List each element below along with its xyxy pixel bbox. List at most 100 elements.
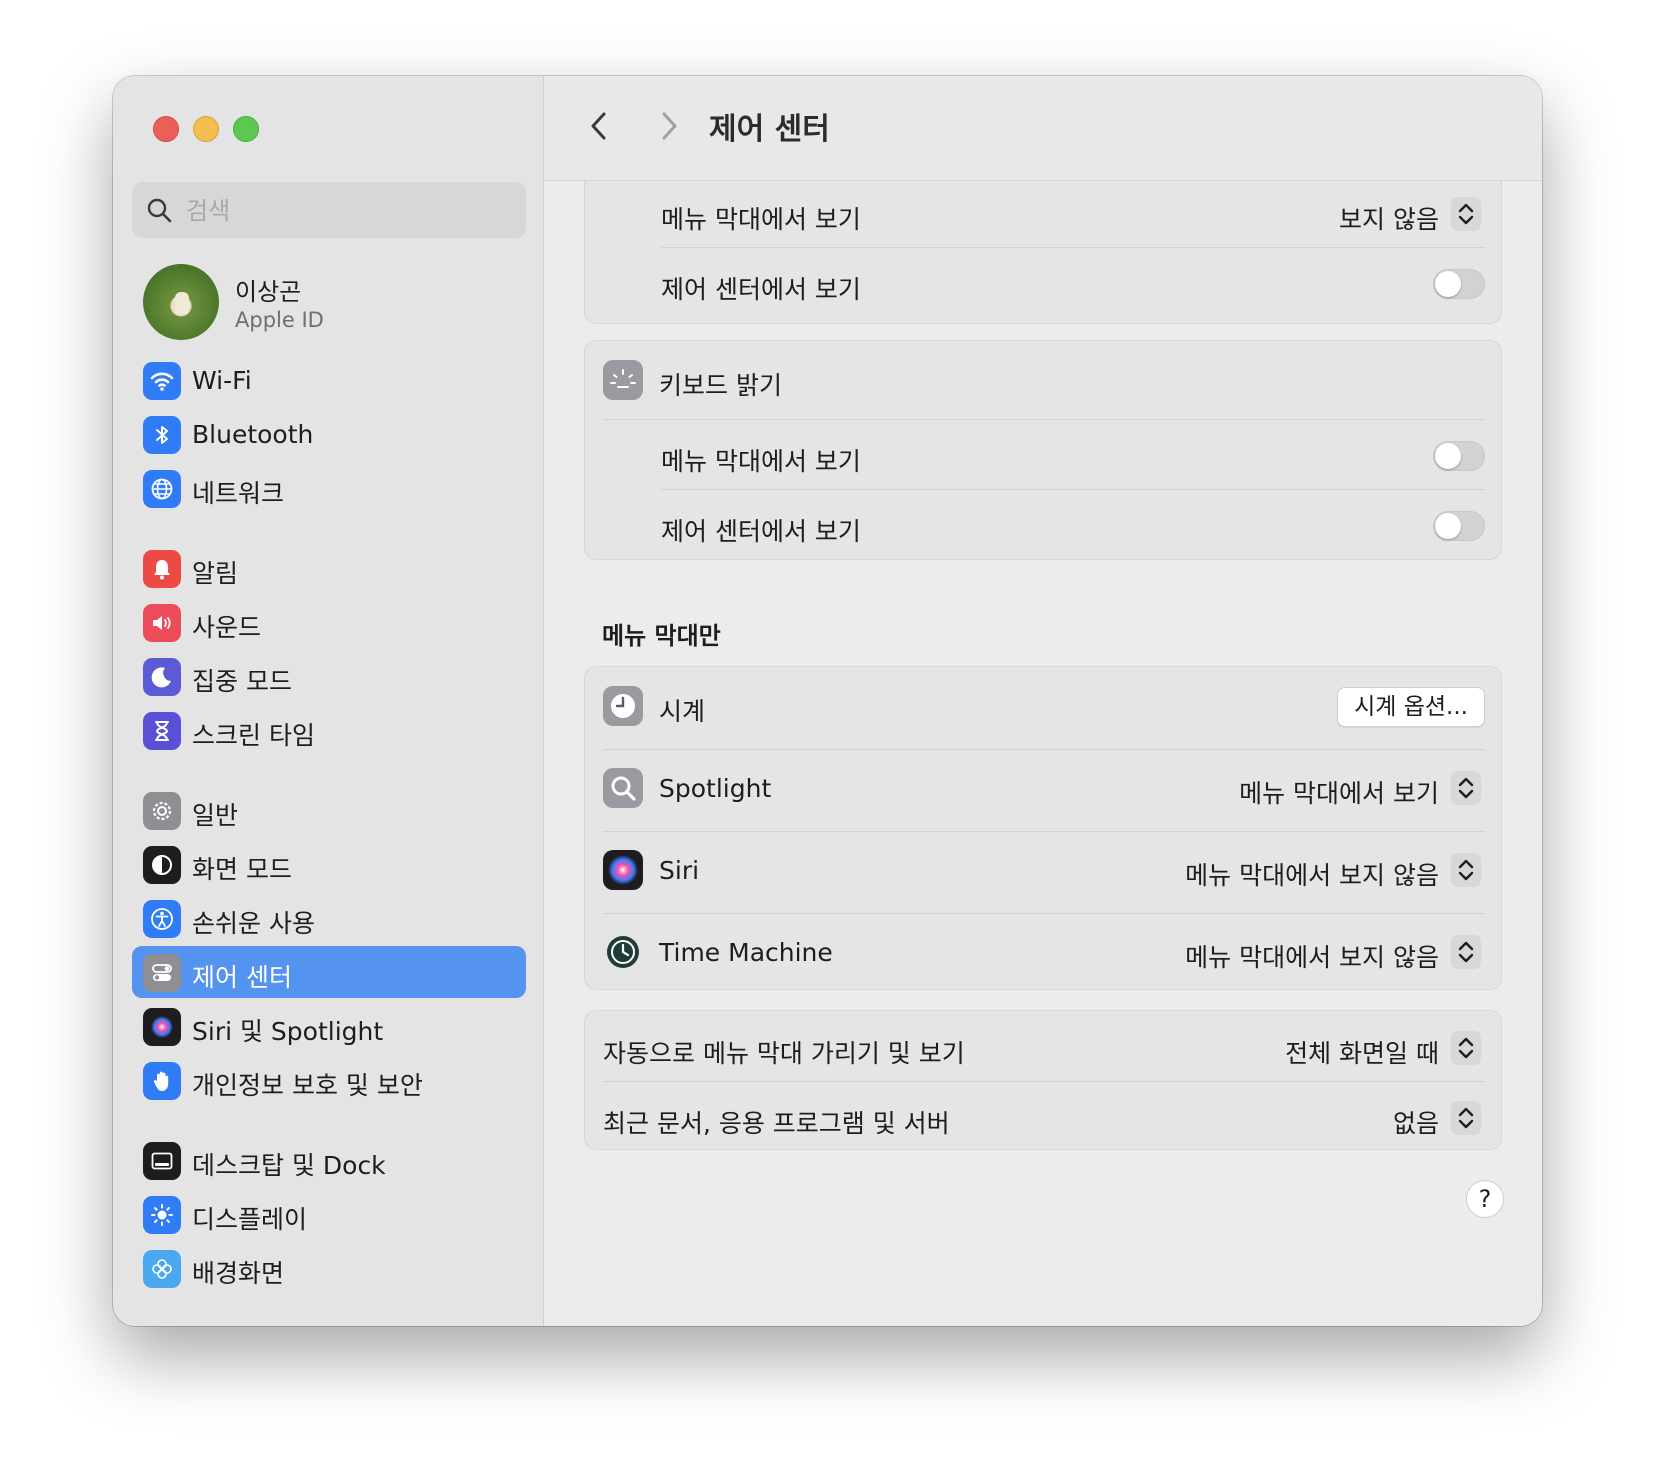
sidebar-item-notifications[interactable]: 알림 <box>132 542 526 594</box>
popup-stepper[interactable] <box>1451 771 1481 805</box>
settings-row: 시계 시계 옵션... <box>585 669 1503 743</box>
popup-stepper[interactable] <box>1451 1031 1481 1065</box>
sidebar-item-bluetooth[interactable]: Bluetooth <box>132 408 526 460</box>
settings-row: Spotlight 메뉴 막대에서 보기 <box>585 749 1503 825</box>
row-label: 자동으로 메뉴 막대 가리기 및 보기 <box>603 1039 965 1068</box>
row-label: 메뉴 막대에서 보기 <box>661 447 861 476</box>
time-machine-icon <box>603 932 643 972</box>
sidebar: 이상곤 Apple ID Wi-Fi Bluetooth 네트워크 <box>113 76 544 1326</box>
sidebar-item-general[interactable]: 일반 <box>132 784 526 836</box>
flower-icon <box>143 1250 181 1288</box>
sidebar-item-wifi[interactable]: Wi-Fi <box>132 354 526 406</box>
row-value[interactable]: 보지 않음 <box>1339 200 1439 236</box>
search-icon <box>147 198 172 223</box>
row-label: 최근 문서, 응용 프로그램 및 서버 <box>603 1109 950 1138</box>
settings-content: 메뉴 막대에서 보기 보지 않음 제어 센터에서 보기 키보드 밝기 메뉴 막대… <box>544 180 1542 1326</box>
settings-row: 제어 센터에서 보기 <box>585 489 1503 563</box>
apple-id-profile[interactable]: 이상곤 Apple ID <box>143 264 523 344</box>
row-value[interactable]: 메뉴 막대에서 보기 <box>1239 774 1439 810</box>
settings-card: 자동으로 메뉴 막대 가리기 및 보기 전체 화면일 때 최근 문서, 응용 프… <box>584 1010 1502 1150</box>
profile-subtitle: Apple ID <box>235 308 324 332</box>
sidebar-item-label: 화면 모드 <box>192 855 292 884</box>
sidebar-item-label: 스크린 타임 <box>192 721 315 750</box>
siri-icon <box>603 850 643 890</box>
settings-window: 이상곤 Apple ID Wi-Fi Bluetooth 네트워크 <box>113 76 1542 1326</box>
clock-options-button[interactable]: 시계 옵션... <box>1337 687 1485 727</box>
page-title: 제어 센터 <box>709 112 830 147</box>
speaker-icon <box>143 604 181 642</box>
settings-card: 메뉴 막대에서 보기 보지 않음 제어 센터에서 보기 <box>584 180 1502 324</box>
sidebar-item-network[interactable]: 네트워크 <box>132 462 526 514</box>
up-down-chevron-icon <box>1458 859 1474 881</box>
row-label: 메뉴 막대에서 보기 <box>661 205 861 234</box>
popup-stepper[interactable] <box>1451 935 1481 969</box>
sidebar-item-label: Wi-Fi <box>192 366 252 395</box>
up-down-chevron-icon <box>1458 1107 1474 1129</box>
row-label: 제어 센터에서 보기 <box>661 275 861 304</box>
control-center-icon <box>143 954 181 992</box>
accessibility-icon <box>143 900 181 938</box>
minimize-window-button[interactable] <box>193 116 219 142</box>
dock-icon <box>143 1142 181 1180</box>
settings-row: 최근 문서, 응용 프로그램 및 서버 없음 <box>585 1081 1503 1155</box>
sidebar-item-appearance[interactable]: 화면 모드 <box>132 838 526 890</box>
sidebar-item-control-center[interactable]: 제어 센터 <box>132 946 526 998</box>
hand-icon <box>143 1062 181 1100</box>
zoom-window-button[interactable] <box>233 116 259 142</box>
bell-icon <box>143 550 181 588</box>
help-button[interactable]: ? <box>1466 1180 1504 1218</box>
bluetooth-icon <box>143 416 181 454</box>
row-value[interactable]: 없음 <box>1393 1104 1439 1140</box>
popup-stepper[interactable] <box>1451 197 1481 231</box>
hourglass-icon <box>143 712 181 750</box>
popup-stepper[interactable] <box>1451 853 1481 887</box>
sidebar-item-desktop-dock[interactable]: 데스크탑 및 Dock <box>132 1134 526 1186</box>
settings-row: Time Machine 메뉴 막대에서 보지 않음 <box>585 913 1503 989</box>
settings-row: Siri 메뉴 막대에서 보지 않음 <box>585 831 1503 907</box>
search-input[interactable] <box>184 190 508 232</box>
sidebar-item-accessibility[interactable]: 손쉬운 사용 <box>132 892 526 944</box>
avatar <box>143 264 219 340</box>
up-down-chevron-icon <box>1458 1037 1474 1059</box>
up-down-chevron-icon <box>1458 777 1474 799</box>
sidebar-item-sound[interactable]: 사운드 <box>132 596 526 648</box>
settings-row: 키보드 밝기 <box>585 343 1503 417</box>
row-label: Spotlight <box>659 774 772 803</box>
toggle-switch[interactable] <box>1433 441 1485 471</box>
globe-icon <box>143 470 181 508</box>
sidebar-item-label: 배경화면 <box>192 1259 285 1288</box>
row-label: 시계 <box>659 697 706 726</box>
up-down-chevron-icon <box>1458 941 1474 963</box>
gear-icon <box>143 792 181 830</box>
settings-row: 메뉴 막대에서 보기 보지 않음 <box>585 180 1503 251</box>
toggle-switch[interactable] <box>1433 269 1485 299</box>
sidebar-item-privacy-security[interactable]: 개인정보 보호 및 보안 <box>132 1054 526 1106</box>
profile-name: 이상곤 <box>235 278 302 306</box>
back-chevron-icon[interactable] <box>584 108 614 144</box>
row-value[interactable]: 메뉴 막대에서 보지 않음 <box>1185 938 1439 974</box>
sidebar-item-siri-spotlight[interactable]: Siri 및 Spotlight <box>132 1000 526 1052</box>
settings-card: 키보드 밝기 메뉴 막대에서 보기 제어 센터에서 보기 <box>584 340 1502 560</box>
sidebar-item-label: 일반 <box>192 801 239 830</box>
sidebar-item-label: 집중 모드 <box>192 667 292 696</box>
sidebar-item-focus[interactable]: 집중 모드 <box>132 650 526 702</box>
settings-row: 메뉴 막대에서 보기 <box>585 419 1503 493</box>
forward-chevron-icon[interactable] <box>654 108 684 144</box>
popup-stepper[interactable] <box>1451 1101 1481 1135</box>
sidebar-item-displays[interactable]: 디스플레이 <box>132 1188 526 1240</box>
settings-row: 자동으로 메뉴 막대 가리기 및 보기 전체 화면일 때 <box>585 1011 1503 1085</box>
sidebar-item-label: 손쉬운 사용 <box>192 909 315 938</box>
close-window-button[interactable] <box>153 116 179 142</box>
sidebar-item-label: 알림 <box>192 559 239 588</box>
row-value[interactable]: 전체 화면일 때 <box>1285 1034 1439 1070</box>
clock-icon <box>603 686 643 726</box>
keyboard-brightness-icon <box>603 360 643 400</box>
row-value[interactable]: 메뉴 막대에서 보지 않음 <box>1185 856 1439 892</box>
search-field[interactable] <box>132 182 526 238</box>
row-label: 키보드 밝기 <box>659 371 782 400</box>
sidebar-item-screen-time[interactable]: 스크린 타임 <box>132 704 526 756</box>
row-label: Time Machine <box>659 938 833 967</box>
sidebar-item-wallpaper[interactable]: 배경화면 <box>132 1242 526 1294</box>
toggle-switch[interactable] <box>1433 511 1485 541</box>
moon-icon <box>143 658 181 696</box>
